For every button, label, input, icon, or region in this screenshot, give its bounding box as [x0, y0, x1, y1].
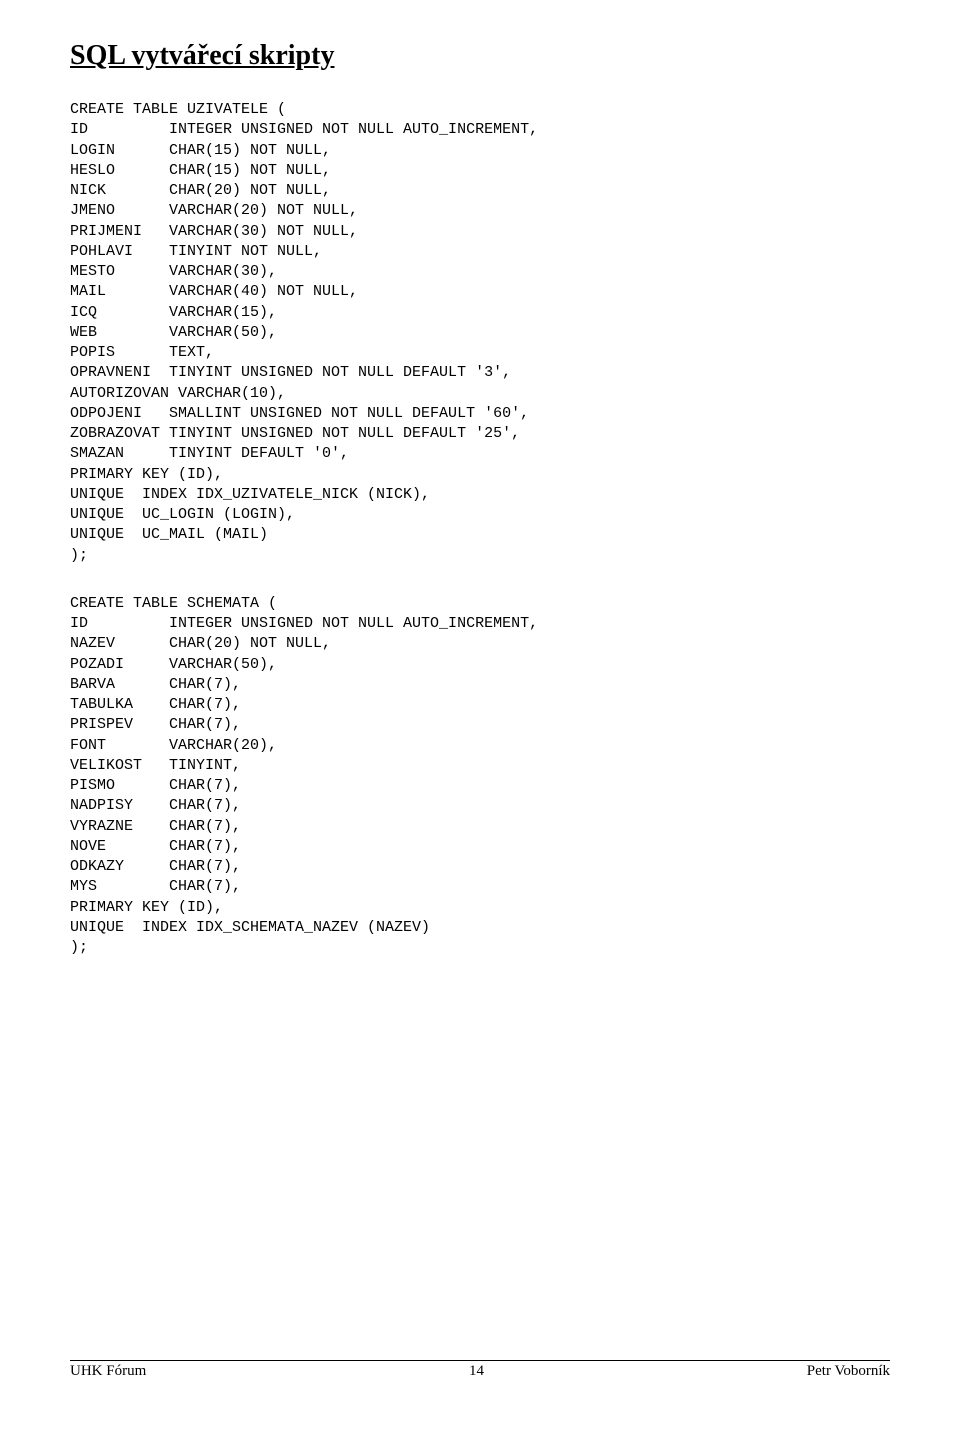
page-title: SQL vytvářecí skripty	[70, 40, 890, 72]
page: SQL vytvářecí skripty CREATE TABLE UZIVA…	[0, 0, 960, 1400]
footer-page-number: 14	[469, 1363, 484, 1380]
sql-code-block-1: CREATE TABLE UZIVATELE ( ID INTEGER UNSI…	[70, 100, 890, 566]
footer-right: Petr Voborník	[807, 1363, 890, 1380]
page-footer: UHK Fórum 14 Petr Voborník	[70, 1360, 890, 1380]
sql-code-block-2: CREATE TABLE SCHEMATA ( ID INTEGER UNSIG…	[70, 594, 890, 959]
footer-left: UHK Fórum	[70, 1363, 146, 1380]
